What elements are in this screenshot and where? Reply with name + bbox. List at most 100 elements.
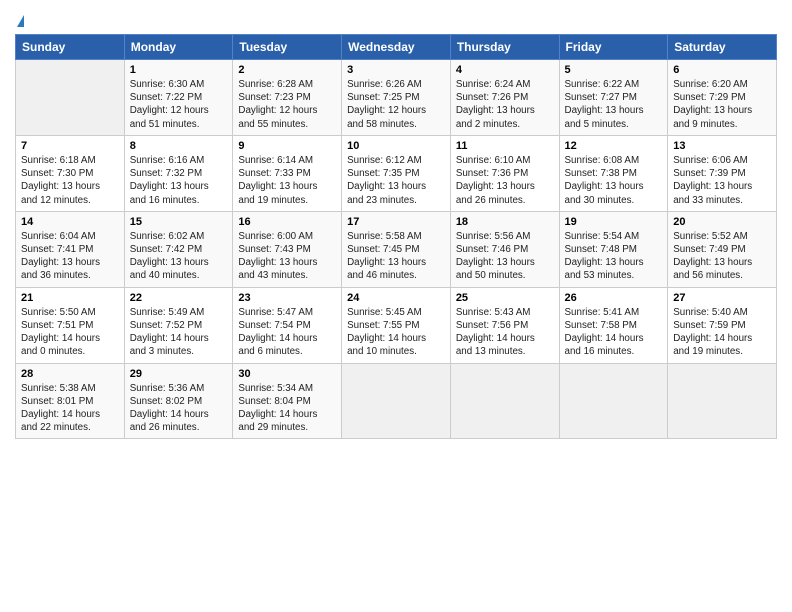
- day-info: Sunrise: 6:04 AMSunset: 7:41 PMDaylight:…: [21, 230, 119, 283]
- logo-text: [15, 10, 24, 30]
- day-info: Sunrise: 5:49 AMSunset: 7:52 PMDaylight:…: [130, 306, 228, 359]
- day-cell: 11 Sunrise: 6:10 AMSunset: 7:36 PMDaylig…: [450, 135, 559, 211]
- day-cell: 27 Sunrise: 5:40 AMSunset: 7:59 PMDaylig…: [668, 287, 777, 363]
- day-cell: 28 Sunrise: 5:38 AMSunset: 8:01 PMDaylig…: [16, 363, 125, 439]
- day-cell: 10 Sunrise: 6:12 AMSunset: 7:35 PMDaylig…: [342, 135, 451, 211]
- day-cell: 1 Sunrise: 6:30 AMSunset: 7:22 PMDayligh…: [124, 60, 233, 136]
- day-info: Sunrise: 6:06 AMSunset: 7:39 PMDaylight:…: [673, 154, 771, 207]
- day-info: Sunrise: 6:16 AMSunset: 7:32 PMDaylight:…: [130, 154, 228, 207]
- day-number: 18: [456, 216, 554, 228]
- day-number: 22: [130, 292, 228, 304]
- day-info: Sunrise: 5:34 AMSunset: 8:04 PMDaylight:…: [238, 382, 336, 435]
- day-cell: 15 Sunrise: 6:02 AMSunset: 7:42 PMDaylig…: [124, 211, 233, 287]
- day-number: 16: [238, 216, 336, 228]
- day-info: Sunrise: 6:24 AMSunset: 7:26 PMDaylight:…: [456, 78, 554, 131]
- day-info: Sunrise: 6:28 AMSunset: 7:23 PMDaylight:…: [238, 78, 336, 131]
- day-cell: [668, 363, 777, 439]
- day-cell: 24 Sunrise: 5:45 AMSunset: 7:55 PMDaylig…: [342, 287, 451, 363]
- day-number: 1: [130, 64, 228, 76]
- day-cell: 9 Sunrise: 6:14 AMSunset: 7:33 PMDayligh…: [233, 135, 342, 211]
- day-header-thursday: Thursday: [450, 35, 559, 60]
- day-number: 25: [456, 292, 554, 304]
- day-info: Sunrise: 6:20 AMSunset: 7:29 PMDaylight:…: [673, 78, 771, 131]
- day-cell: [342, 363, 451, 439]
- day-cell: 30 Sunrise: 5:34 AMSunset: 8:04 PMDaylig…: [233, 363, 342, 439]
- week-row-1: 1 Sunrise: 6:30 AMSunset: 7:22 PMDayligh…: [16, 60, 777, 136]
- day-header-friday: Friday: [559, 35, 668, 60]
- day-number: 21: [21, 292, 119, 304]
- day-number: 19: [565, 216, 663, 228]
- day-header-monday: Monday: [124, 35, 233, 60]
- day-number: 13: [673, 140, 771, 152]
- day-number: 9: [238, 140, 336, 152]
- day-number: 20: [673, 216, 771, 228]
- day-info: Sunrise: 6:02 AMSunset: 7:42 PMDaylight:…: [130, 230, 228, 283]
- day-number: 17: [347, 216, 445, 228]
- day-header-sunday: Sunday: [16, 35, 125, 60]
- day-info: Sunrise: 5:50 AMSunset: 7:51 PMDaylight:…: [21, 306, 119, 359]
- day-number: 4: [456, 64, 554, 76]
- day-number: 12: [565, 140, 663, 152]
- day-cell: 4 Sunrise: 6:24 AMSunset: 7:26 PMDayligh…: [450, 60, 559, 136]
- day-cell: 13 Sunrise: 6:06 AMSunset: 7:39 PMDaylig…: [668, 135, 777, 211]
- day-cell: 3 Sunrise: 6:26 AMSunset: 7:25 PMDayligh…: [342, 60, 451, 136]
- day-info: Sunrise: 6:18 AMSunset: 7:30 PMDaylight:…: [21, 154, 119, 207]
- day-number: 10: [347, 140, 445, 152]
- logo-triangle-icon: [17, 15, 24, 27]
- day-info: Sunrise: 5:40 AMSunset: 7:59 PMDaylight:…: [673, 306, 771, 359]
- day-info: Sunrise: 5:41 AMSunset: 7:58 PMDaylight:…: [565, 306, 663, 359]
- day-info: Sunrise: 6:22 AMSunset: 7:27 PMDaylight:…: [565, 78, 663, 131]
- calendar-header-row: SundayMondayTuesdayWednesdayThursdayFrid…: [16, 35, 777, 60]
- day-info: Sunrise: 5:43 AMSunset: 7:56 PMDaylight:…: [456, 306, 554, 359]
- day-cell: 29 Sunrise: 5:36 AMSunset: 8:02 PMDaylig…: [124, 363, 233, 439]
- day-number: 11: [456, 140, 554, 152]
- day-info: Sunrise: 5:52 AMSunset: 7:49 PMDaylight:…: [673, 230, 771, 283]
- day-info: Sunrise: 6:10 AMSunset: 7:36 PMDaylight:…: [456, 154, 554, 207]
- day-number: 28: [21, 368, 119, 380]
- day-cell: [450, 363, 559, 439]
- day-cell: 7 Sunrise: 6:18 AMSunset: 7:30 PMDayligh…: [16, 135, 125, 211]
- day-header-saturday: Saturday: [668, 35, 777, 60]
- calendar-page: SundayMondayTuesdayWednesdayThursdayFrid…: [0, 0, 792, 449]
- day-info: Sunrise: 6:00 AMSunset: 7:43 PMDaylight:…: [238, 230, 336, 283]
- day-number: 26: [565, 292, 663, 304]
- week-row-5: 28 Sunrise: 5:38 AMSunset: 8:01 PMDaylig…: [16, 363, 777, 439]
- day-cell: 19 Sunrise: 5:54 AMSunset: 7:48 PMDaylig…: [559, 211, 668, 287]
- day-info: Sunrise: 5:54 AMSunset: 7:48 PMDaylight:…: [565, 230, 663, 283]
- day-cell: 16 Sunrise: 6:00 AMSunset: 7:43 PMDaylig…: [233, 211, 342, 287]
- day-number: 30: [238, 368, 336, 380]
- day-cell: [16, 60, 125, 136]
- day-cell: 14 Sunrise: 6:04 AMSunset: 7:41 PMDaylig…: [16, 211, 125, 287]
- day-cell: 17 Sunrise: 5:58 AMSunset: 7:45 PMDaylig…: [342, 211, 451, 287]
- day-number: 15: [130, 216, 228, 228]
- calendar-table: SundayMondayTuesdayWednesdayThursdayFrid…: [15, 34, 777, 439]
- day-cell: 23 Sunrise: 5:47 AMSunset: 7:54 PMDaylig…: [233, 287, 342, 363]
- day-cell: 12 Sunrise: 6:08 AMSunset: 7:38 PMDaylig…: [559, 135, 668, 211]
- day-info: Sunrise: 6:26 AMSunset: 7:25 PMDaylight:…: [347, 78, 445, 131]
- day-info: Sunrise: 6:08 AMSunset: 7:38 PMDaylight:…: [565, 154, 663, 207]
- day-header-wednesday: Wednesday: [342, 35, 451, 60]
- week-row-3: 14 Sunrise: 6:04 AMSunset: 7:41 PMDaylig…: [16, 211, 777, 287]
- header: [15, 10, 777, 30]
- day-cell: 18 Sunrise: 5:56 AMSunset: 7:46 PMDaylig…: [450, 211, 559, 287]
- day-info: Sunrise: 5:36 AMSunset: 8:02 PMDaylight:…: [130, 382, 228, 435]
- day-info: Sunrise: 5:45 AMSunset: 7:55 PMDaylight:…: [347, 306, 445, 359]
- day-cell: 21 Sunrise: 5:50 AMSunset: 7:51 PMDaylig…: [16, 287, 125, 363]
- day-cell: 8 Sunrise: 6:16 AMSunset: 7:32 PMDayligh…: [124, 135, 233, 211]
- day-number: 6: [673, 64, 771, 76]
- day-cell: 5 Sunrise: 6:22 AMSunset: 7:27 PMDayligh…: [559, 60, 668, 136]
- day-number: 29: [130, 368, 228, 380]
- week-row-2: 7 Sunrise: 6:18 AMSunset: 7:30 PMDayligh…: [16, 135, 777, 211]
- day-cell: 25 Sunrise: 5:43 AMSunset: 7:56 PMDaylig…: [450, 287, 559, 363]
- day-number: 27: [673, 292, 771, 304]
- day-cell: 22 Sunrise: 5:49 AMSunset: 7:52 PMDaylig…: [124, 287, 233, 363]
- day-info: Sunrise: 5:38 AMSunset: 8:01 PMDaylight:…: [21, 382, 119, 435]
- day-number: 24: [347, 292, 445, 304]
- week-row-4: 21 Sunrise: 5:50 AMSunset: 7:51 PMDaylig…: [16, 287, 777, 363]
- logo: [15, 10, 24, 30]
- day-info: Sunrise: 6:12 AMSunset: 7:35 PMDaylight:…: [347, 154, 445, 207]
- day-info: Sunrise: 6:14 AMSunset: 7:33 PMDaylight:…: [238, 154, 336, 207]
- day-cell: [559, 363, 668, 439]
- day-info: Sunrise: 5:58 AMSunset: 7:45 PMDaylight:…: [347, 230, 445, 283]
- day-cell: 26 Sunrise: 5:41 AMSunset: 7:58 PMDaylig…: [559, 287, 668, 363]
